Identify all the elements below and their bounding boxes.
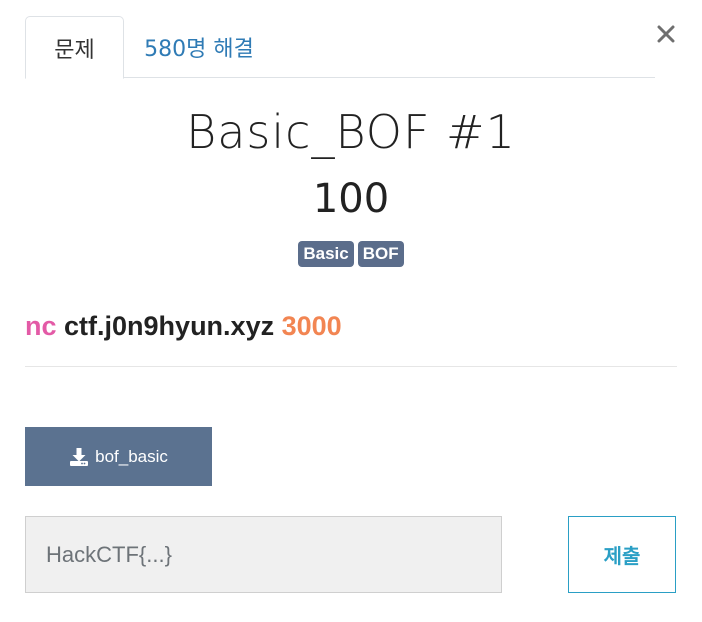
- command-text: nc: [25, 311, 57, 341]
- download-icon: [70, 447, 89, 466]
- flag-input[interactable]: [25, 516, 502, 593]
- challenge-title: Basic_BOF #1: [186, 105, 516, 159]
- submit-button[interactable]: 제출: [568, 516, 676, 593]
- tag-badge: BOF: [357, 241, 404, 267]
- tab-solves[interactable]: 580명 해결: [124, 16, 274, 78]
- tab-challenge[interactable]: 문제: [25, 16, 124, 79]
- submit-button-label: 제출: [603, 544, 641, 568]
- tag-badge: Basic: [298, 241, 354, 267]
- download-file-button[interactable]: bof_basic: [25, 427, 212, 486]
- challenge-tags: Basic BOF: [0, 241, 702, 267]
- tab-challenge-label: 문제: [54, 37, 95, 63]
- challenge-points: 100: [312, 176, 390, 222]
- divider: [25, 366, 677, 367]
- close-button[interactable]: [652, 20, 680, 48]
- port-text: 3000: [281, 311, 342, 341]
- tab-solves-label: 580명 해결: [144, 37, 254, 62]
- challenge-tabs: 문제 580명 해결: [25, 16, 655, 79]
- challenge-description: nc ctf.j0n9hyun.xyz 3000: [25, 309, 342, 343]
- host-text: ctf.j0n9hyun.xyz: [64, 311, 275, 341]
- download-file-label: bof_basic: [95, 446, 168, 466]
- close-icon: [657, 25, 675, 43]
